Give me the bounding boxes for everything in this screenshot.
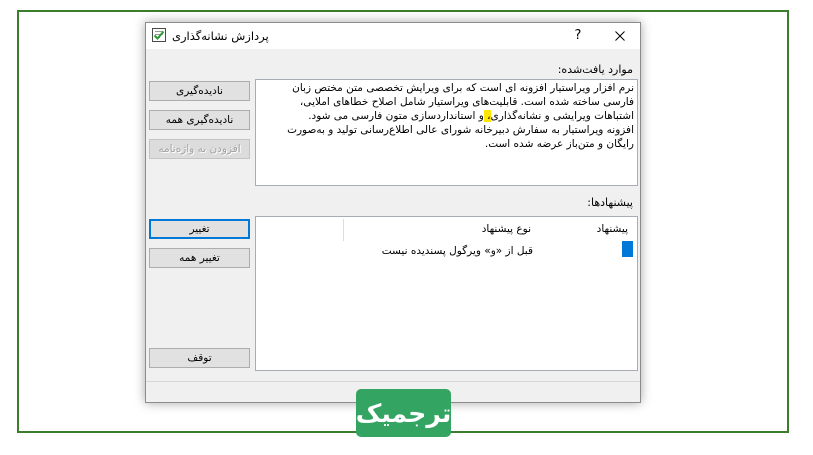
found-items-label: موارد یافت‌شده:: [557, 63, 633, 76]
highlighted-issue: ،: [483, 110, 491, 122]
status-separator: [146, 381, 640, 382]
close-button[interactable]: [600, 23, 640, 49]
close-icon: [615, 31, 625, 41]
found-text-line: فارسی ساخته شده است. قابلیت‌های ویراستیا…: [299, 96, 634, 108]
column-header-suggestion-type[interactable]: نوع پیشنهاد: [482, 217, 531, 241]
found-text-line: افزونه ویراستیار به سفارش دبیرخانه شورای…: [287, 124, 634, 136]
suggestions-list[interactable]: پیشنهاد نوع پیشنهاد قبل از «و» ویرگول پس…: [255, 216, 638, 371]
ignore-button[interactable]: نادیده‌گیری: [149, 81, 250, 101]
dialog-title: پردازش نشانه‌گذاری: [172, 29, 269, 43]
page-canvas: پردازش نشانه‌گذاری ? موارد یافت‌شده: نرم…: [0, 0, 813, 455]
found-text-segment: و استانداردسازی متون فارسی می شود.: [308, 110, 484, 122]
suggestion-type-cell: قبل از «و» ویرگول پسندیده نیست: [381, 245, 533, 257]
help-button[interactable]: ?: [560, 23, 596, 49]
change-button[interactable]: تغییر: [149, 219, 250, 239]
found-text-box[interactable]: نرم افزار ویراستیار افزونه ای است که برا…: [255, 79, 638, 186]
column-separator[interactable]: [343, 219, 344, 241]
change-all-button[interactable]: تغییر همه: [149, 248, 250, 268]
found-text-line-with-issue: اشتباهات ویرایشی و نشانه‌گذاری، و استاند…: [256, 109, 637, 123]
stop-button[interactable]: توقف: [149, 348, 250, 368]
found-text-line: نرم افزار ویراستیار افزونه ای است که برا…: [292, 82, 634, 94]
logo-text: ترجمیک: [356, 398, 451, 428]
suggestion-cell-selected: [622, 241, 633, 257]
list-header: پیشنهاد نوع پیشنهاد: [256, 217, 637, 241]
suggestions-label: پیشنهادها:: [587, 196, 633, 209]
proofing-check-icon: [152, 28, 166, 42]
punctuation-dialog: پردازش نشانه‌گذاری ? موارد یافت‌شده: نرم…: [145, 22, 641, 403]
found-text-line: رایگان و متن‌باز عرضه شده است.: [484, 138, 634, 150]
list-row[interactable]: قبل از «و» ویرگول پسندیده نیست: [256, 241, 637, 257]
found-text-segment: اشتباهات ویرایشی و نشانه‌گذاری: [490, 110, 634, 122]
ignore-all-button[interactable]: نادیده‌گیری همه: [149, 110, 250, 130]
add-to-dictionary-button[interactable]: افزودن به واژه‌نامه: [149, 139, 250, 159]
column-header-suggestion[interactable]: پیشنهاد: [597, 217, 628, 241]
title-bar[interactable]: پردازش نشانه‌گذاری ?: [146, 23, 640, 49]
tarjomic-logo: ترجمیک: [356, 389, 451, 437]
